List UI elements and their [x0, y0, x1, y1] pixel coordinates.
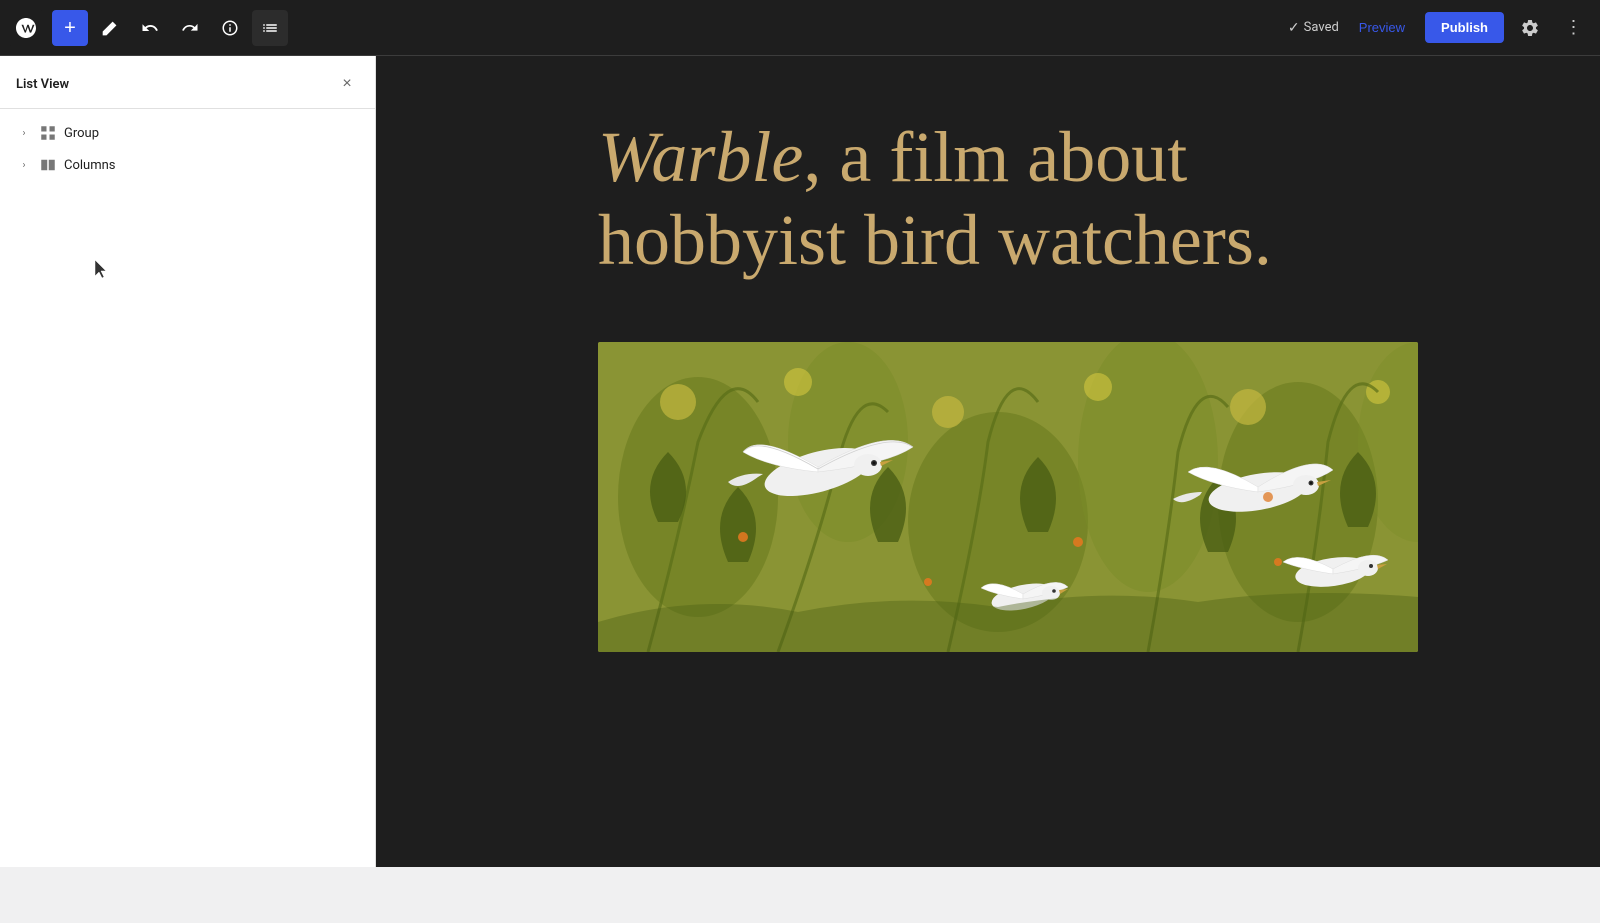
- list-view-header: List View ×: [0, 56, 375, 109]
- list-item[interactable]: › Columns: [0, 149, 375, 181]
- chevron-right-icon: ›: [16, 157, 32, 173]
- columns-icon: [38, 155, 58, 175]
- bird-floral-svg: [598, 342, 1418, 652]
- add-block-button[interactable]: +: [52, 10, 88, 46]
- redo-icon: [181, 19, 199, 37]
- editor-content: Warble, a film about hobbyist bird watch…: [558, 116, 1418, 652]
- check-icon: ✓: [1288, 20, 1300, 36]
- list-item-columns-label: Columns: [64, 158, 116, 173]
- wordpress-logo[interactable]: [8, 10, 44, 46]
- settings-button[interactable]: [1512, 10, 1548, 46]
- toolbar-right: ✓ Saved Preview Publish ⋮: [1288, 10, 1592, 46]
- gear-icon: [1520, 18, 1540, 38]
- undo-icon: [141, 19, 159, 37]
- bird-decorative-image: [598, 342, 1418, 652]
- chevron-right-icon: ›: [16, 125, 32, 141]
- saved-status: ✓ Saved: [1288, 20, 1339, 36]
- undo-button[interactable]: [132, 10, 168, 46]
- hero-title-italic: Warble: [598, 117, 803, 197]
- list-view-panel: List View × › Group ›: [0, 56, 376, 867]
- ellipsis-icon: ⋮: [1565, 17, 1584, 38]
- list-view-items: › Group › Columns: [0, 109, 375, 867]
- publish-button[interactable]: Publish: [1425, 12, 1504, 43]
- toolbar-left: +: [8, 10, 1288, 46]
- list-view-button[interactable]: [252, 10, 288, 46]
- bird-image-container[interactable]: [598, 342, 1418, 652]
- details-button[interactable]: [212, 10, 248, 46]
- edit-button[interactable]: [92, 10, 128, 46]
- main-layout: List View × › Group ›: [0, 56, 1600, 867]
- list-item[interactable]: › Group: [0, 117, 375, 149]
- info-icon: [221, 19, 239, 37]
- more-options-button[interactable]: ⋮: [1556, 10, 1592, 46]
- add-icon: +: [64, 18, 76, 38]
- preview-button[interactable]: Preview: [1347, 14, 1417, 41]
- close-icon: ×: [342, 75, 351, 93]
- close-list-view-button[interactable]: ×: [335, 72, 359, 96]
- list-view-title: List View: [16, 77, 69, 92]
- list-view-icon: [261, 19, 279, 37]
- list-item-group-label: Group: [64, 126, 99, 141]
- saved-label: Saved: [1304, 20, 1339, 35]
- group-icon: [38, 123, 58, 143]
- toolbar: +: [0, 0, 1600, 56]
- pencil-icon: [101, 19, 119, 37]
- redo-button[interactable]: [172, 10, 208, 46]
- editor-area[interactable]: Warble, a film about hobbyist bird watch…: [376, 56, 1600, 867]
- hero-title[interactable]: Warble, a film about hobbyist bird watch…: [598, 116, 1378, 282]
